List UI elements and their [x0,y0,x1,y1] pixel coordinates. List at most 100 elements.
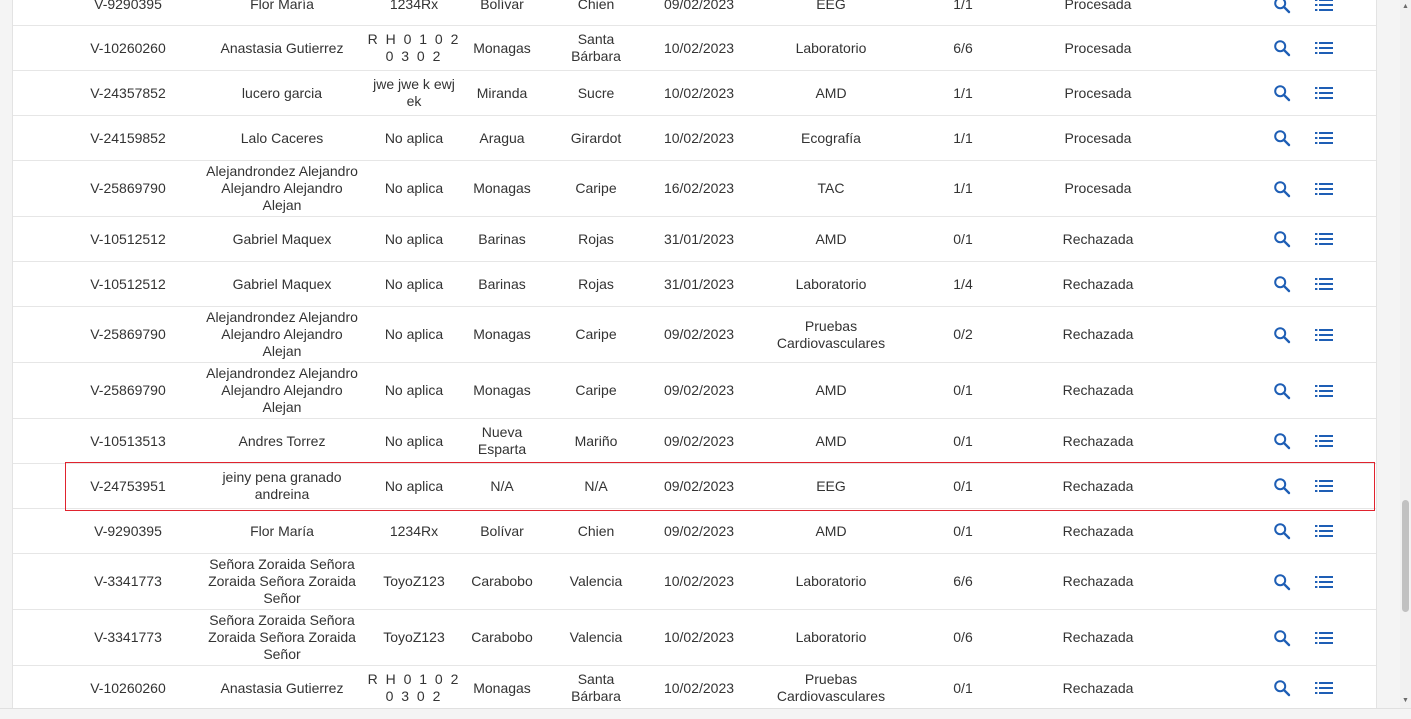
list-icon[interactable] [1313,475,1335,497]
state-cell: Carabobo [471,573,533,589]
requests-table: V-9290395 Flor María 1234Rx Bolívar Chien 09/… [12,0,1377,708]
list-icon[interactable] [1313,228,1335,250]
row-actions [1263,26,1343,70]
date-cell: 10/02/2023 [663,679,735,696]
study-type-cell: Laboratorio [795,39,867,56]
search-icon[interactable] [1271,273,1293,295]
study-type-cell: AMD [815,84,847,101]
document-id-cell: V-24357852 [90,84,166,101]
date-cell: 09/02/2023 [663,477,735,494]
list-icon[interactable] [1313,273,1335,295]
table-body: V-9290395 Flor María 1234Rx Bolívar Chien 09/… [13,0,1376,708]
document-id-cell: V-10260260 [90,39,166,56]
patient-name-cell: jeiny pena granado andreina [222,469,342,502]
search-icon[interactable] [1271,178,1293,200]
list-icon[interactable] [1313,627,1335,649]
document-id-cell: V-25869790 [90,326,166,342]
progress-cell: 1/4 [953,275,973,292]
document-id-cell: V-10512512 [90,230,166,247]
municipality-cell: Valencia [569,573,623,589]
progress-cell: 1/1 [953,129,973,146]
reference-cell: R H 0 1 0 2 0 3 0 2 [367,671,461,704]
municipality-cell: Caripe [575,180,617,196]
date-cell: 09/02/2023 [663,432,735,449]
search-icon[interactable] [1271,127,1293,149]
search-icon[interactable] [1271,627,1293,649]
status-cell: Rechazada [1062,230,1134,247]
patient-name-cell: Señora Zoraida Señora Zoraida Señora Zor… [208,612,356,662]
study-type-cell: AMD [815,230,847,247]
date-cell: 16/02/2023 [663,180,735,196]
progress-cell: 0/1 [953,679,973,696]
vertical-scrollbar[interactable]: ▲ ▼ [1400,0,1411,708]
search-icon[interactable] [1271,82,1293,104]
reference-cell: 1234Rx [389,522,439,539]
search-icon[interactable] [1271,0,1293,16]
table-row: V-10260260 Anastasia Gutierrez R H 0 1 0 2… [13,666,1376,708]
status-cell: Procesada [1064,84,1132,101]
list-icon[interactable] [1313,430,1335,452]
row-actions [1263,116,1343,160]
patient-name-cell: Lalo Caceres [240,129,324,146]
search-icon[interactable] [1271,520,1293,542]
document-id-cell: V-3341773 [94,573,162,589]
status-cell: Rechazada [1062,432,1134,449]
search-icon[interactable] [1271,475,1293,497]
list-icon[interactable] [1313,82,1335,104]
list-icon[interactable] [1313,677,1335,699]
scroll-down-arrow[interactable]: ▼ [1401,696,1410,706]
study-type-cell: Ecografía [801,129,861,146]
row-actions [1263,307,1343,362]
progress-cell: 1/1 [953,180,973,196]
document-id-cell: V-10512512 [90,275,166,292]
date-cell: 09/02/2023 [663,326,735,342]
date-cell: 10/02/2023 [663,629,735,645]
table-row: V-24357852 lucero garcia jwe jwe k ewj ek M… [13,71,1376,116]
state-cell: Monagas [473,326,531,342]
reference-cell: No aplica [384,180,444,196]
municipality-cell: Caripe [575,326,617,342]
date-cell: 09/02/2023 [663,382,735,398]
state-cell: Carabobo [471,629,533,645]
status-cell: Rechazada [1062,522,1134,539]
list-icon[interactable] [1313,380,1335,402]
list-icon[interactable] [1313,520,1335,542]
list-icon[interactable] [1313,0,1335,16]
date-cell: 09/02/2023 [663,0,735,12]
progress-cell: 0/1 [953,432,973,449]
state-cell: Monagas [473,679,531,696]
reference-cell: ToyoZ123 [383,573,445,589]
list-icon[interactable] [1313,324,1335,346]
list-icon[interactable] [1313,37,1335,59]
scroll-up-arrow[interactable]: ▲ [1401,2,1410,12]
table-row: V-3341773 Señora Zoraida Señora Zoraida S… [13,554,1376,610]
patient-name-cell: Anastasia Gutierrez [220,39,344,56]
municipality-cell: Sucre [577,84,615,101]
reference-cell: No aplica [384,432,444,449]
list-icon[interactable] [1313,127,1335,149]
scroll-thumb[interactable] [1402,500,1409,612]
search-icon[interactable] [1271,571,1293,593]
state-cell: Aragua [479,129,525,146]
search-icon[interactable] [1271,380,1293,402]
search-icon[interactable] [1271,228,1293,250]
document-id-cell: V-24159852 [90,129,166,146]
row-actions [1263,363,1343,418]
municipality-cell: Mariño [574,432,618,449]
search-icon[interactable] [1271,37,1293,59]
list-icon[interactable] [1313,571,1335,593]
status-cell: Rechazada [1062,629,1134,645]
table-row: V-24159852 Lalo Caceres No aplica Aragua Gir… [13,116,1376,161]
state-cell: Bolívar [480,522,524,539]
search-icon[interactable] [1271,677,1293,699]
date-cell: 09/02/2023 [663,522,735,539]
municipality-cell: Chien [577,0,615,12]
status-cell: Procesada [1064,180,1132,196]
date-cell: 10/02/2023 [663,573,735,589]
search-icon[interactable] [1271,430,1293,452]
list-icon[interactable] [1313,178,1335,200]
search-icon[interactable] [1271,324,1293,346]
status-cell: Procesada [1064,129,1132,146]
study-type-cell: AMD [815,522,847,539]
row-actions [1263,0,1343,25]
